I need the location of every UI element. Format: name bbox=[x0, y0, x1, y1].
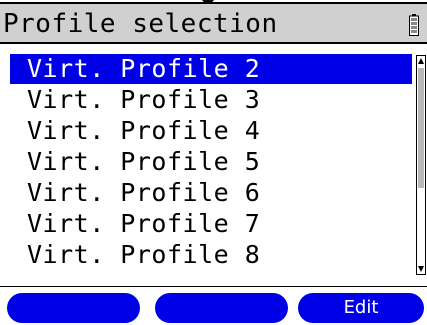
list-item-virt-profile-4[interactable]: Virt. Profile 4 bbox=[10, 116, 412, 146]
list-item-virt-profile-6[interactable]: Virt. Profile 6 bbox=[10, 178, 412, 208]
softkey-middle-button[interactable] bbox=[155, 293, 288, 323]
battery-icon bbox=[409, 14, 419, 36]
list-scrollbar[interactable] bbox=[416, 55, 426, 275]
list-item-virt-profile-5[interactable]: Virt. Profile 5 bbox=[10, 147, 412, 177]
list-item-virt-profile-3[interactable]: Virt. Profile 3 bbox=[10, 85, 412, 115]
profile-list[interactable]: Virt. Profile 2 Virt. Profile 3 Virt. Pr… bbox=[10, 54, 412, 275]
list-item-virt-profile-7[interactable]: Virt. Profile 7 bbox=[10, 209, 412, 239]
device-screen: Profile selection Virt. Profile 2 Virt. … bbox=[0, 0, 427, 325]
page-title: Profile selection bbox=[3, 9, 278, 39]
edit-button[interactable]: Edit bbox=[298, 293, 424, 323]
header-bar: Profile selection bbox=[0, 2, 427, 44]
softkey-left-button[interactable] bbox=[7, 293, 140, 323]
list-item-virt-profile-2[interactable]: Virt. Profile 2 bbox=[10, 54, 412, 84]
softkey-bar: Edit bbox=[0, 286, 427, 325]
scrollbar-thumb[interactable] bbox=[418, 68, 424, 188]
list-item-virt-profile-8[interactable]: Virt. Profile 8 bbox=[10, 240, 412, 270]
